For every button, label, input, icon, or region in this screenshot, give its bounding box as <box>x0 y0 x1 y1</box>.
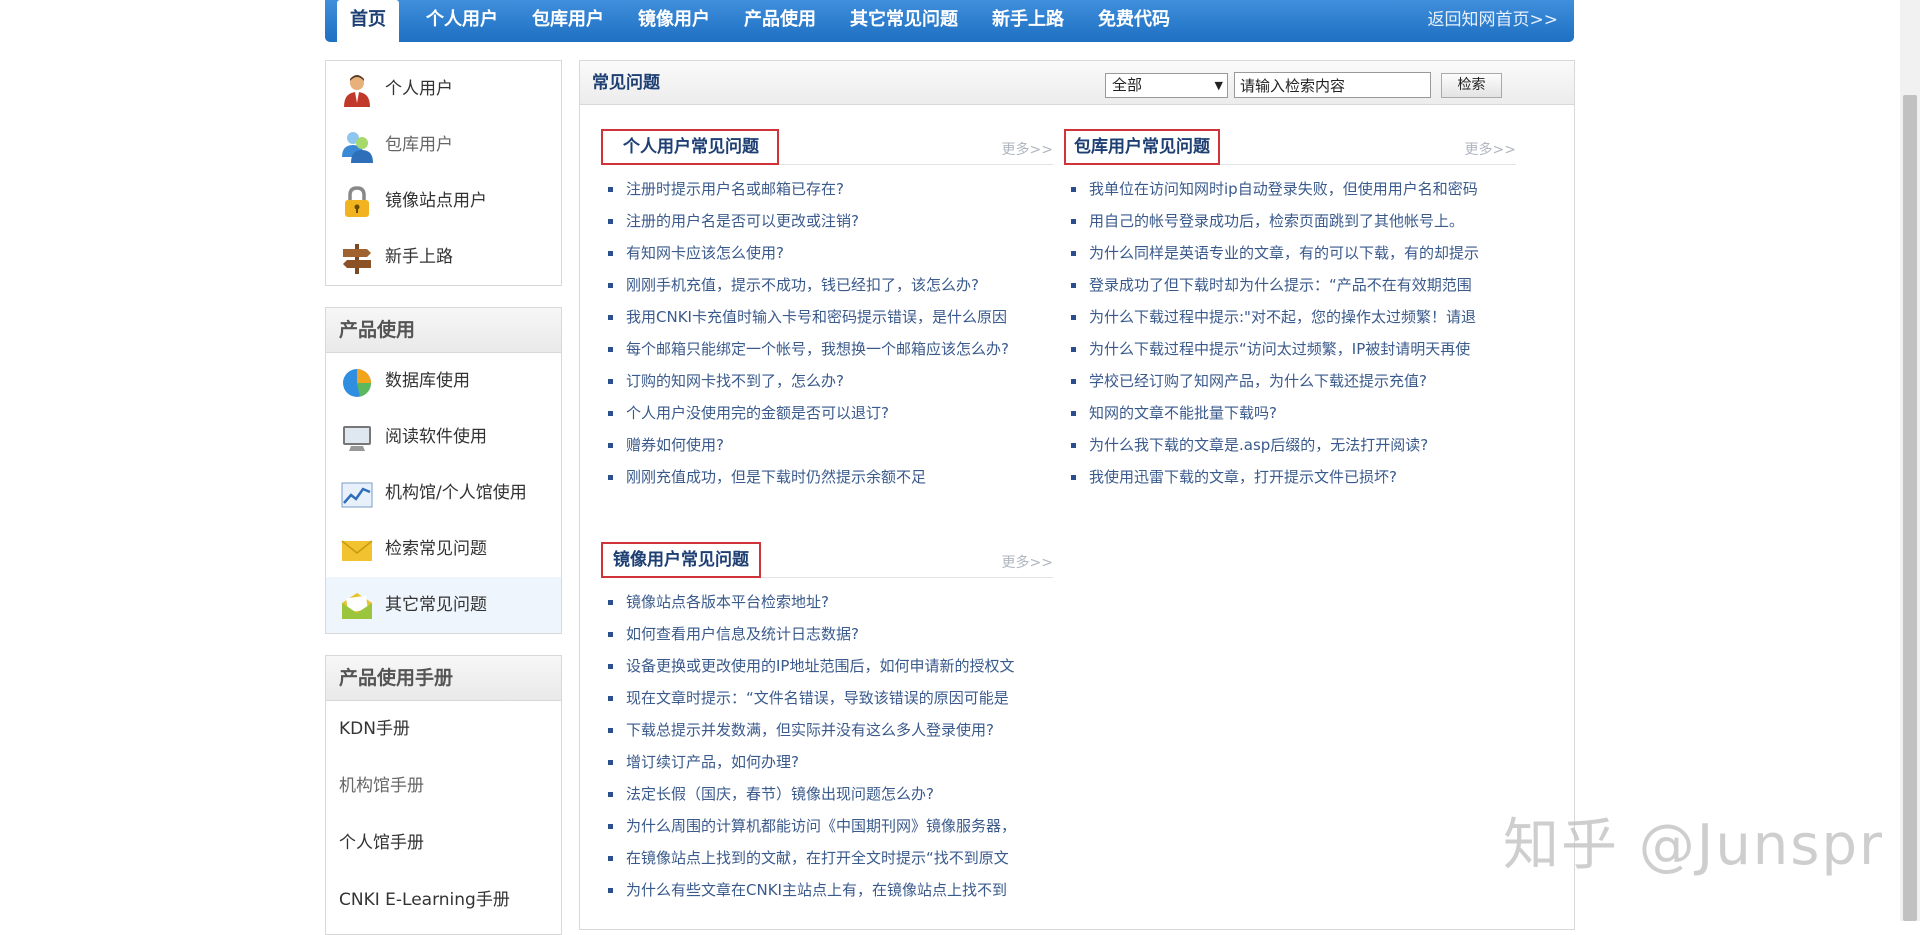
group-icon <box>340 129 374 163</box>
more-link[interactable]: 更多>> <box>1002 552 1053 572</box>
manual-link-institution[interactable]: 机构馆手册 <box>326 758 561 815</box>
list-item[interactable]: 增订续订产品，如何办理? <box>601 746 1053 778</box>
section-title: 个人用户常见问题 <box>601 129 779 165</box>
tab-getting-started[interactable]: 新手上路 <box>992 0 1064 42</box>
sidebar-product-usage: 产品使用 数据库使用 阅读软件使用 机构馆/个人馆使用 检索常见问题 其它常见问… <box>325 307 562 634</box>
envelope-icon <box>340 533 374 567</box>
list-item[interactable]: 镜像站点各版本平台检索地址? <box>601 586 1053 618</box>
list-item[interactable]: 为什么我下载的文章是.asp后缀的，无法打开阅读? <box>1064 429 1516 461</box>
page-title: 常见问题 <box>592 73 660 93</box>
section-title: 包库用户常见问题 <box>1064 129 1220 165</box>
more-link[interactable]: 更多>> <box>1002 139 1053 159</box>
list-item[interactable]: 有知网卡应该怎么使用? <box>601 237 1053 269</box>
list-item[interactable]: 刚刚手机充值，提示不成功，钱已经扣了，该怎么办? <box>601 269 1053 301</box>
scrollbar-thumb[interactable] <box>1903 95 1917 921</box>
list-item[interactable]: 下载总提示并发数满，但实际并没有这么多人登录使用? <box>601 714 1053 746</box>
faq-list: 我单位在访问知网时ip自动登录失败，但使用用户名和密码 用自己的帐号登录成功后，… <box>1064 173 1516 493</box>
sidebar-item-label: 其它常见问题 <box>385 595 487 615</box>
chevron-down-icon: ▼ <box>1214 79 1223 92</box>
tab-product-usage[interactable]: 产品使用 <box>744 0 816 42</box>
watermark: 知乎 @Junspr <box>1503 813 1885 878</box>
section-library-faq: 包库用户常见问题 更多>> 我单位在访问知网时ip自动登录失败，但使用用户名和密… <box>1064 129 1516 493</box>
manual-link-kdn[interactable]: KDN手册 <box>326 701 561 758</box>
sidebar-item-institution-library[interactable]: 机构馆/个人馆使用 <box>326 465 561 521</box>
sidebar-item-label: 阅读软件使用 <box>385 427 487 447</box>
tab-home[interactable]: 首页 <box>337 0 399 42</box>
sidebar-section-title: 产品使用 <box>326 308 561 353</box>
sidebar-item-label: 镜像站点用户 <box>385 191 487 211</box>
user-icon <box>340 73 374 107</box>
sidebar-item-reader-software[interactable]: 阅读软件使用 <box>326 409 561 465</box>
list-item[interactable]: 每个邮箱只能绑定一个帐号，我想换一个邮箱应该怎么办? <box>601 333 1053 365</box>
manual-link-elearning[interactable]: CNKI E-Learning手册 <box>326 872 561 929</box>
lock-icon <box>340 185 374 219</box>
list-item[interactable]: 为什么下载过程中提示:"对不起，您的操作太过频繁！请退 <box>1064 301 1516 333</box>
sidebar-item-database-usage[interactable]: 数据库使用 <box>326 353 561 409</box>
line-chart-icon <box>340 477 374 511</box>
sidebar-item-search-faq[interactable]: 检索常见问题 <box>326 521 561 577</box>
tab-other-faq[interactable]: 其它常见问题 <box>850 0 958 42</box>
list-item[interactable]: 订购的知网卡找不到了，怎么办? <box>601 365 1053 397</box>
list-item[interactable]: 注册的用户名是否可以更改或注销? <box>601 205 1053 237</box>
sidebar-user-types: 个人用户 包库用户 镜像站点用户 新手上路 <box>325 60 562 286</box>
list-item[interactable]: 注册时提示用户名或邮箱已存在? <box>601 173 1053 205</box>
faq-list: 镜像站点各版本平台检索地址? 如何查看用户信息及统计日志数据? 设备更换或更改使… <box>601 586 1053 906</box>
sidebar-item-personal-user[interactable]: 个人用户 <box>326 61 561 117</box>
sidebar-item-label: 个人用户 <box>385 79 453 99</box>
list-item[interactable]: 用自己的帐号登录成功后，检索页面跳到了其他帐号上。 <box>1064 205 1516 237</box>
list-item[interactable]: 知网的文章不能批量下载吗? <box>1064 397 1516 429</box>
list-item[interactable]: 我使用迅雷下载的文章，打开提示文件已损坏? <box>1064 461 1516 493</box>
faq-panel: 常见问题 全部 ▼ 检索 个人用户常见问题 更多>> 注册时提示用户名或邮箱已存… <box>579 60 1575 930</box>
tab-personal-user[interactable]: 个人用户 <box>426 0 498 42</box>
page-scrollbar[interactable] <box>1900 0 1920 921</box>
tab-mirror-user[interactable]: 镜像用户 <box>638 0 710 42</box>
sidebar-item-label: 检索常见问题 <box>385 539 487 559</box>
sidebar-item-label: 机构馆/个人馆使用 <box>385 483 527 503</box>
signpost-icon <box>340 241 374 275</box>
sidebar-item-other-faq[interactable]: 其它常见问题 <box>326 577 561 633</box>
manual-link-personal[interactable]: 个人馆手册 <box>326 815 561 872</box>
open-envelope-icon <box>340 589 374 623</box>
list-item[interactable]: 如何查看用户信息及统计日志数据? <box>601 618 1053 650</box>
section-personal-faq: 个人用户常见问题 更多>> 注册时提示用户名或邮箱已存在? 注册的用户名是否可以… <box>601 129 1053 493</box>
pie-chart-icon <box>340 365 374 399</box>
sidebar-section-title: 产品使用手册 <box>326 656 561 701</box>
list-item[interactable]: 我单位在访问知网时ip自动登录失败，但使用用户名和密码 <box>1064 173 1516 205</box>
list-item[interactable]: 登录成功了但下载时却为什么提示：“产品不在有效期范围 <box>1064 269 1516 301</box>
category-select-value: 全部 <box>1112 76 1143 94</box>
section-mirror-faq: 镜像用户常见问题 更多>> 镜像站点各版本平台检索地址? 如何查看用户信息及统计… <box>601 542 1053 906</box>
faq-toolbar: 常见问题 全部 ▼ 检索 <box>580 61 1574 105</box>
list-item[interactable]: 我用CNKI卡充值时输入卡号和密码提示错误，是什么原因 <box>601 301 1053 333</box>
more-link[interactable]: 更多>> <box>1465 139 1516 159</box>
sidebar-item-label: 数据库使用 <box>385 371 470 391</box>
back-to-cnki-link[interactable]: 返回知网首页>> <box>1428 0 1559 40</box>
search-input[interactable] <box>1234 72 1431 98</box>
sidebar-item-label: 包库用户 <box>385 135 453 155</box>
list-item[interactable]: 为什么下载过程中提示“访问太过频繁，IP被封请明天再使 <box>1064 333 1516 365</box>
list-item[interactable]: 在镜像站点上找到的文献，在打开全文时提示“找不到原文 <box>601 842 1053 874</box>
list-item[interactable]: 刚刚充值成功，但是下载时仍然提示余额不足 <box>601 461 1053 493</box>
search-button[interactable]: 检索 <box>1441 73 1502 98</box>
monitor-icon <box>340 421 374 455</box>
sidebar-item-library-user[interactable]: 包库用户 <box>326 117 561 173</box>
section-title: 镜像用户常见问题 <box>601 542 761 578</box>
sidebar-item-mirror-user[interactable]: 镜像站点用户 <box>326 173 561 229</box>
tab-library-user[interactable]: 包库用户 <box>532 0 604 42</box>
top-nav: 首页 个人用户 包库用户 镜像用户 产品使用 其它常见问题 新手上路 免费代码 … <box>325 0 1574 42</box>
list-item[interactable]: 为什么有些文章在CNKI主站点上有，在镜像站点上找不到 <box>601 874 1053 906</box>
list-item[interactable]: 个人用户没使用完的金额是否可以退订? <box>601 397 1053 429</box>
list-item[interactable]: 设备更换或更改使用的IP地址范围后，如何申请新的授权文 <box>601 650 1053 682</box>
category-select[interactable]: 全部 ▼ <box>1105 73 1228 98</box>
list-item[interactable]: 法定长假（国庆，春节）镜像出现问题怎么办? <box>601 778 1053 810</box>
list-item[interactable]: 为什么周围的计算机都能访问《中国期刊网》镜像服务器， <box>601 810 1053 842</box>
faq-list: 注册时提示用户名或邮箱已存在? 注册的用户名是否可以更改或注销? 有知网卡应该怎… <box>601 173 1053 493</box>
sidebar-item-label: 新手上路 <box>385 247 453 267</box>
list-item[interactable]: 学校已经订购了知网产品，为什么下载还提示充值? <box>1064 365 1516 397</box>
list-item[interactable]: 为什么同样是英语专业的文章，有的可以下载，有的却提示 <box>1064 237 1516 269</box>
tab-free-code[interactable]: 免费代码 <box>1098 0 1170 42</box>
sidebar-manuals: 产品使用手册 KDN手册 机构馆手册 个人馆手册 CNKI E-Learning… <box>325 655 562 935</box>
sidebar-item-getting-started[interactable]: 新手上路 <box>326 229 561 285</box>
list-item[interactable]: 现在文章时提示：“文件名错误，导致该错误的原因可能是 <box>601 682 1053 714</box>
list-item[interactable]: 赠券如何使用? <box>601 429 1053 461</box>
